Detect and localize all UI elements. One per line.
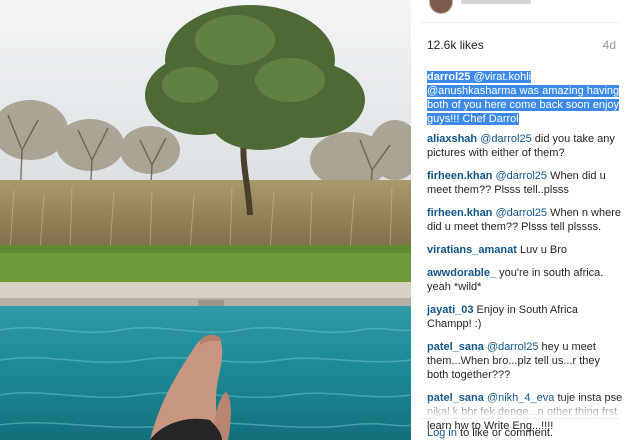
comment: firheen.khan @darrol25 When did u meet t… [427, 169, 623, 197]
footer-divider [421, 418, 620, 419]
safari-pool-photo [0, 0, 411, 440]
comment: viratians_amanat Luv u Bro [427, 243, 623, 257]
comment: darrol25 @virat.kohli @anushkasharma was… [427, 70, 623, 126]
comment-username[interactable]: firheen.khan [427, 170, 492, 182]
comment-username[interactable]: viratians_amanat [427, 244, 517, 256]
login-prompt: Log in to like or comment. [427, 427, 553, 439]
comments-list: darrol25 @virat.kohli @anushkasharma was… [427, 70, 623, 442]
comment: patel_sana @darrol25 hey u meet them...W… [427, 340, 623, 382]
comment-mention[interactable]: @darrol25 [480, 133, 532, 145]
login-prompt-text: to like or comment. [460, 427, 553, 439]
comment: jayati_03 Enjoy in South Africa Champp! … [427, 303, 623, 331]
post-age[interactable]: 4d [603, 38, 616, 52]
comment-username[interactable]: jayati_03 [427, 304, 473, 316]
comment-mention[interactable]: @darrol25 [487, 341, 539, 353]
comment: aliaxshah @darrol25 did you take any pic… [427, 132, 623, 160]
comment-username[interactable]: patel_sana [427, 341, 484, 353]
comment-username[interactable]: aliaxshah [427, 133, 477, 145]
post-sidebar: 12.6k likes 4d darrol25 @virat.kohli @an… [411, 0, 628, 440]
likes-count[interactable]: 12.6k likes [427, 38, 484, 52]
avatar[interactable] [429, 0, 453, 14]
comment-text: Luv u Bro [519, 244, 568, 256]
comments-fade [411, 398, 628, 418]
comment-username[interactable]: firheen.khan [427, 207, 492, 219]
login-link[interactable]: Log in [427, 427, 457, 439]
comment: firheen.khan @darrol25 When n where did … [427, 206, 623, 234]
post-author-username[interactable] [461, 0, 531, 4]
comment-username[interactable]: darrol25 [427, 71, 470, 83]
comment-mention[interactable]: @darrol25 [495, 170, 547, 182]
header-divider [421, 22, 620, 23]
comment-mention[interactable]: @darrol25 [495, 207, 547, 219]
comment-username[interactable]: awwdorable_ [427, 267, 496, 279]
comment: awwdorable_ you're in south africa. yeah… [427, 266, 623, 294]
post-photo[interactable] [0, 0, 411, 440]
